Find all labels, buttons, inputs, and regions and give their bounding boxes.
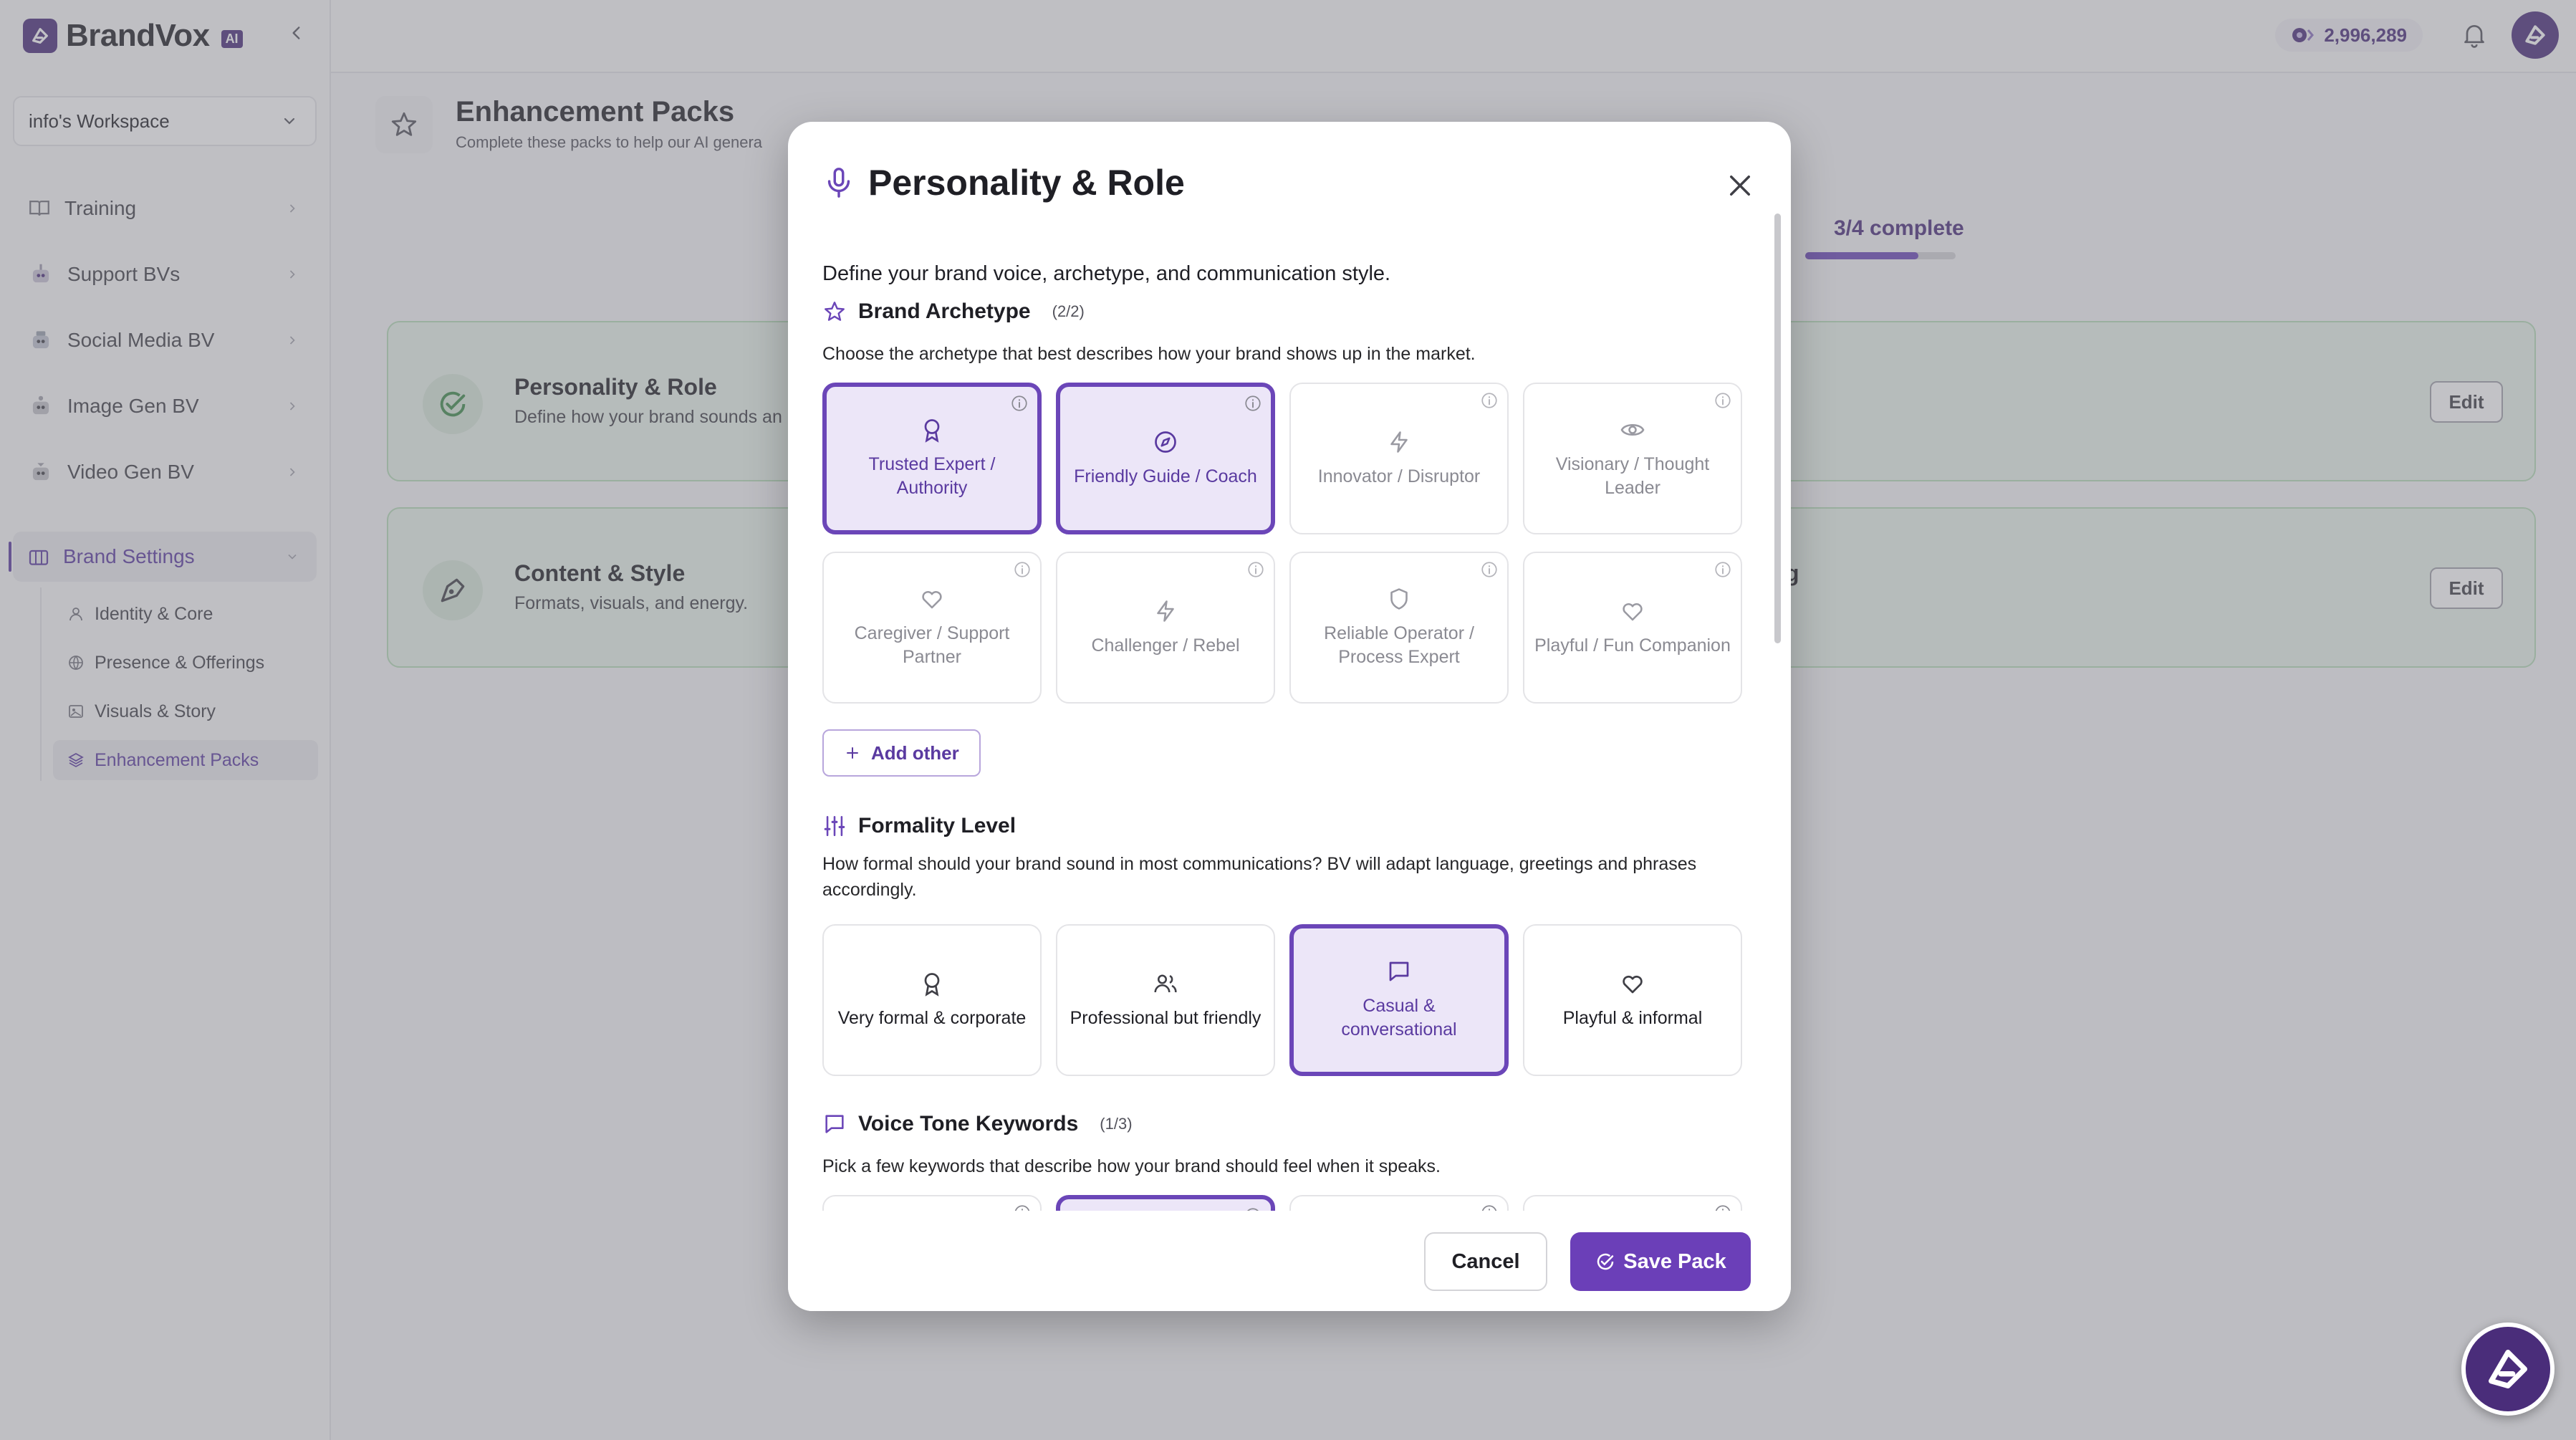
heart-icon [1623, 603, 1643, 620]
brandvox-assistant-icon [2489, 1350, 2527, 1388]
archetype-description: Choose the archetype that best describes… [822, 344, 1476, 364]
formality-option-professional-friendly[interactable]: Professional but friendly [1056, 924, 1275, 1076]
info-icon[interactable] [1246, 560, 1265, 579]
modal-title: Personality & Role [868, 163, 1185, 203]
info-icon[interactable] [1480, 391, 1499, 410]
archetype-option-playful-companion[interactable]: Playful / Fun Companion [1523, 552, 1742, 704]
archetype-option-reliable-operator[interactable]: Reliable Operator / Process Expert [1289, 552, 1509, 704]
archetype-option-trusted-expert[interactable]: Trusted Expert / Authority [822, 383, 1042, 534]
option-label: Caregiver / Support Partner [854, 623, 1010, 667]
voice-section-title: Voice Tone Keywords [858, 1112, 1079, 1136]
save-pack-button[interactable]: Save Pack [1570, 1232, 1751, 1291]
option-label: Professional but friendly [1070, 1007, 1261, 1028]
archetype-option-caregiver[interactable]: Caregiver / Support Partner [822, 552, 1042, 704]
archetype-option-visionary[interactable]: Visionary / Thought Leader [1523, 383, 1742, 534]
app-root: BrandVox AI info's Workspace Training Su… [0, 0, 2576, 1440]
add-other-label: Add other [871, 741, 959, 764]
award-icon [924, 419, 940, 443]
formality-option-playful-informal[interactable]: Playful & informal [1523, 924, 1742, 1076]
cancel-button[interactable]: Cancel [1424, 1232, 1547, 1291]
modal-footer: Cancel Save Pack [788, 1211, 1791, 1311]
option-label: Visionary / Thought Leader [1555, 454, 1710, 498]
archetype-section-title: Brand Archetype [858, 299, 1031, 323]
modal-scrollbar[interactable] [1774, 213, 1781, 643]
info-icon[interactable] [1714, 560, 1732, 579]
eye-icon [1620, 423, 1645, 436]
option-label: Reliable Operator / Process Expert [1324, 623, 1474, 667]
compass-icon [1155, 431, 1176, 453]
plus-icon [847, 747, 858, 759]
microphone-icon [827, 168, 850, 198]
info-icon[interactable] [1714, 391, 1732, 410]
option-label: Playful / Fun Companion [1534, 635, 1731, 656]
option-label: Casual & conversational [1341, 996, 1457, 1040]
chat-icon [1389, 961, 1409, 981]
star-icon [825, 302, 845, 321]
option-label: Very formal & corporate [837, 1007, 1027, 1028]
archetype-option-friendly-guide[interactable]: Friendly Guide / Coach [1056, 383, 1275, 534]
option-label: Innovator / Disruptor [1317, 466, 1481, 486]
assistant-chat-button[interactable] [2461, 1323, 2555, 1416]
check-circle-icon [1597, 1253, 1614, 1270]
save-pack-label: Save Pack [1623, 1249, 1726, 1273]
formality-option-casual[interactable]: Casual & conversational [1289, 924, 1509, 1076]
personality-role-modal: Personality & Role Define your brand voi… [788, 122, 1791, 1311]
option-label: Trusted Expert / Authority [868, 454, 996, 498]
voice-description: Pick a few keywords that describe how yo… [822, 1156, 1441, 1176]
heart-icon [922, 590, 942, 609]
info-icon[interactable] [1010, 394, 1029, 413]
sliders-icon [824, 815, 845, 837]
archetype-option-innovator[interactable]: Innovator / Disruptor [1289, 383, 1509, 534]
add-other-archetype-button[interactable]: Add other [822, 729, 981, 777]
archetype-section-header: Brand Archetype (2/2) [822, 299, 1085, 324]
close-icon [1730, 176, 1750, 196]
voice-section-header: Voice Tone Keywords (1/3) [822, 1112, 1133, 1136]
voice-count: (1/3) [1100, 1115, 1133, 1133]
archetype-option-challenger[interactable]: Challenger / Rebel [1056, 552, 1275, 704]
option-label: Challenger / Rebel [1091, 635, 1240, 656]
award-icon [924, 972, 940, 997]
formality-section-header: Formality Level [822, 814, 1016, 838]
heart-icon [1623, 975, 1643, 993]
shield-icon [1390, 588, 1408, 610]
info-icon[interactable] [1013, 560, 1032, 579]
users-icon [1154, 974, 1177, 992]
option-label: Friendly Guide / Coach [1074, 466, 1257, 486]
info-icon[interactable] [1480, 560, 1499, 579]
formality-section-title: Formality Level [858, 814, 1017, 837]
close-modal-button[interactable] [1715, 160, 1765, 211]
lightning-icon [1157, 600, 1174, 622]
formality-option-very-formal[interactable]: Very formal & corporate [822, 924, 1042, 1076]
lightning-icon [1390, 431, 1408, 453]
option-label: Playful & informal [1562, 1007, 1703, 1028]
archetype-count: (2/2) [1052, 302, 1085, 320]
modal-description: Define your brand voice, archetype, and … [822, 262, 1391, 285]
chat-icon [825, 1115, 844, 1133]
formality-description: How formal should your brand sound in mo… [822, 854, 1697, 900]
info-icon[interactable] [1244, 394, 1262, 413]
modal-header: Personality & Role [822, 162, 1185, 203]
